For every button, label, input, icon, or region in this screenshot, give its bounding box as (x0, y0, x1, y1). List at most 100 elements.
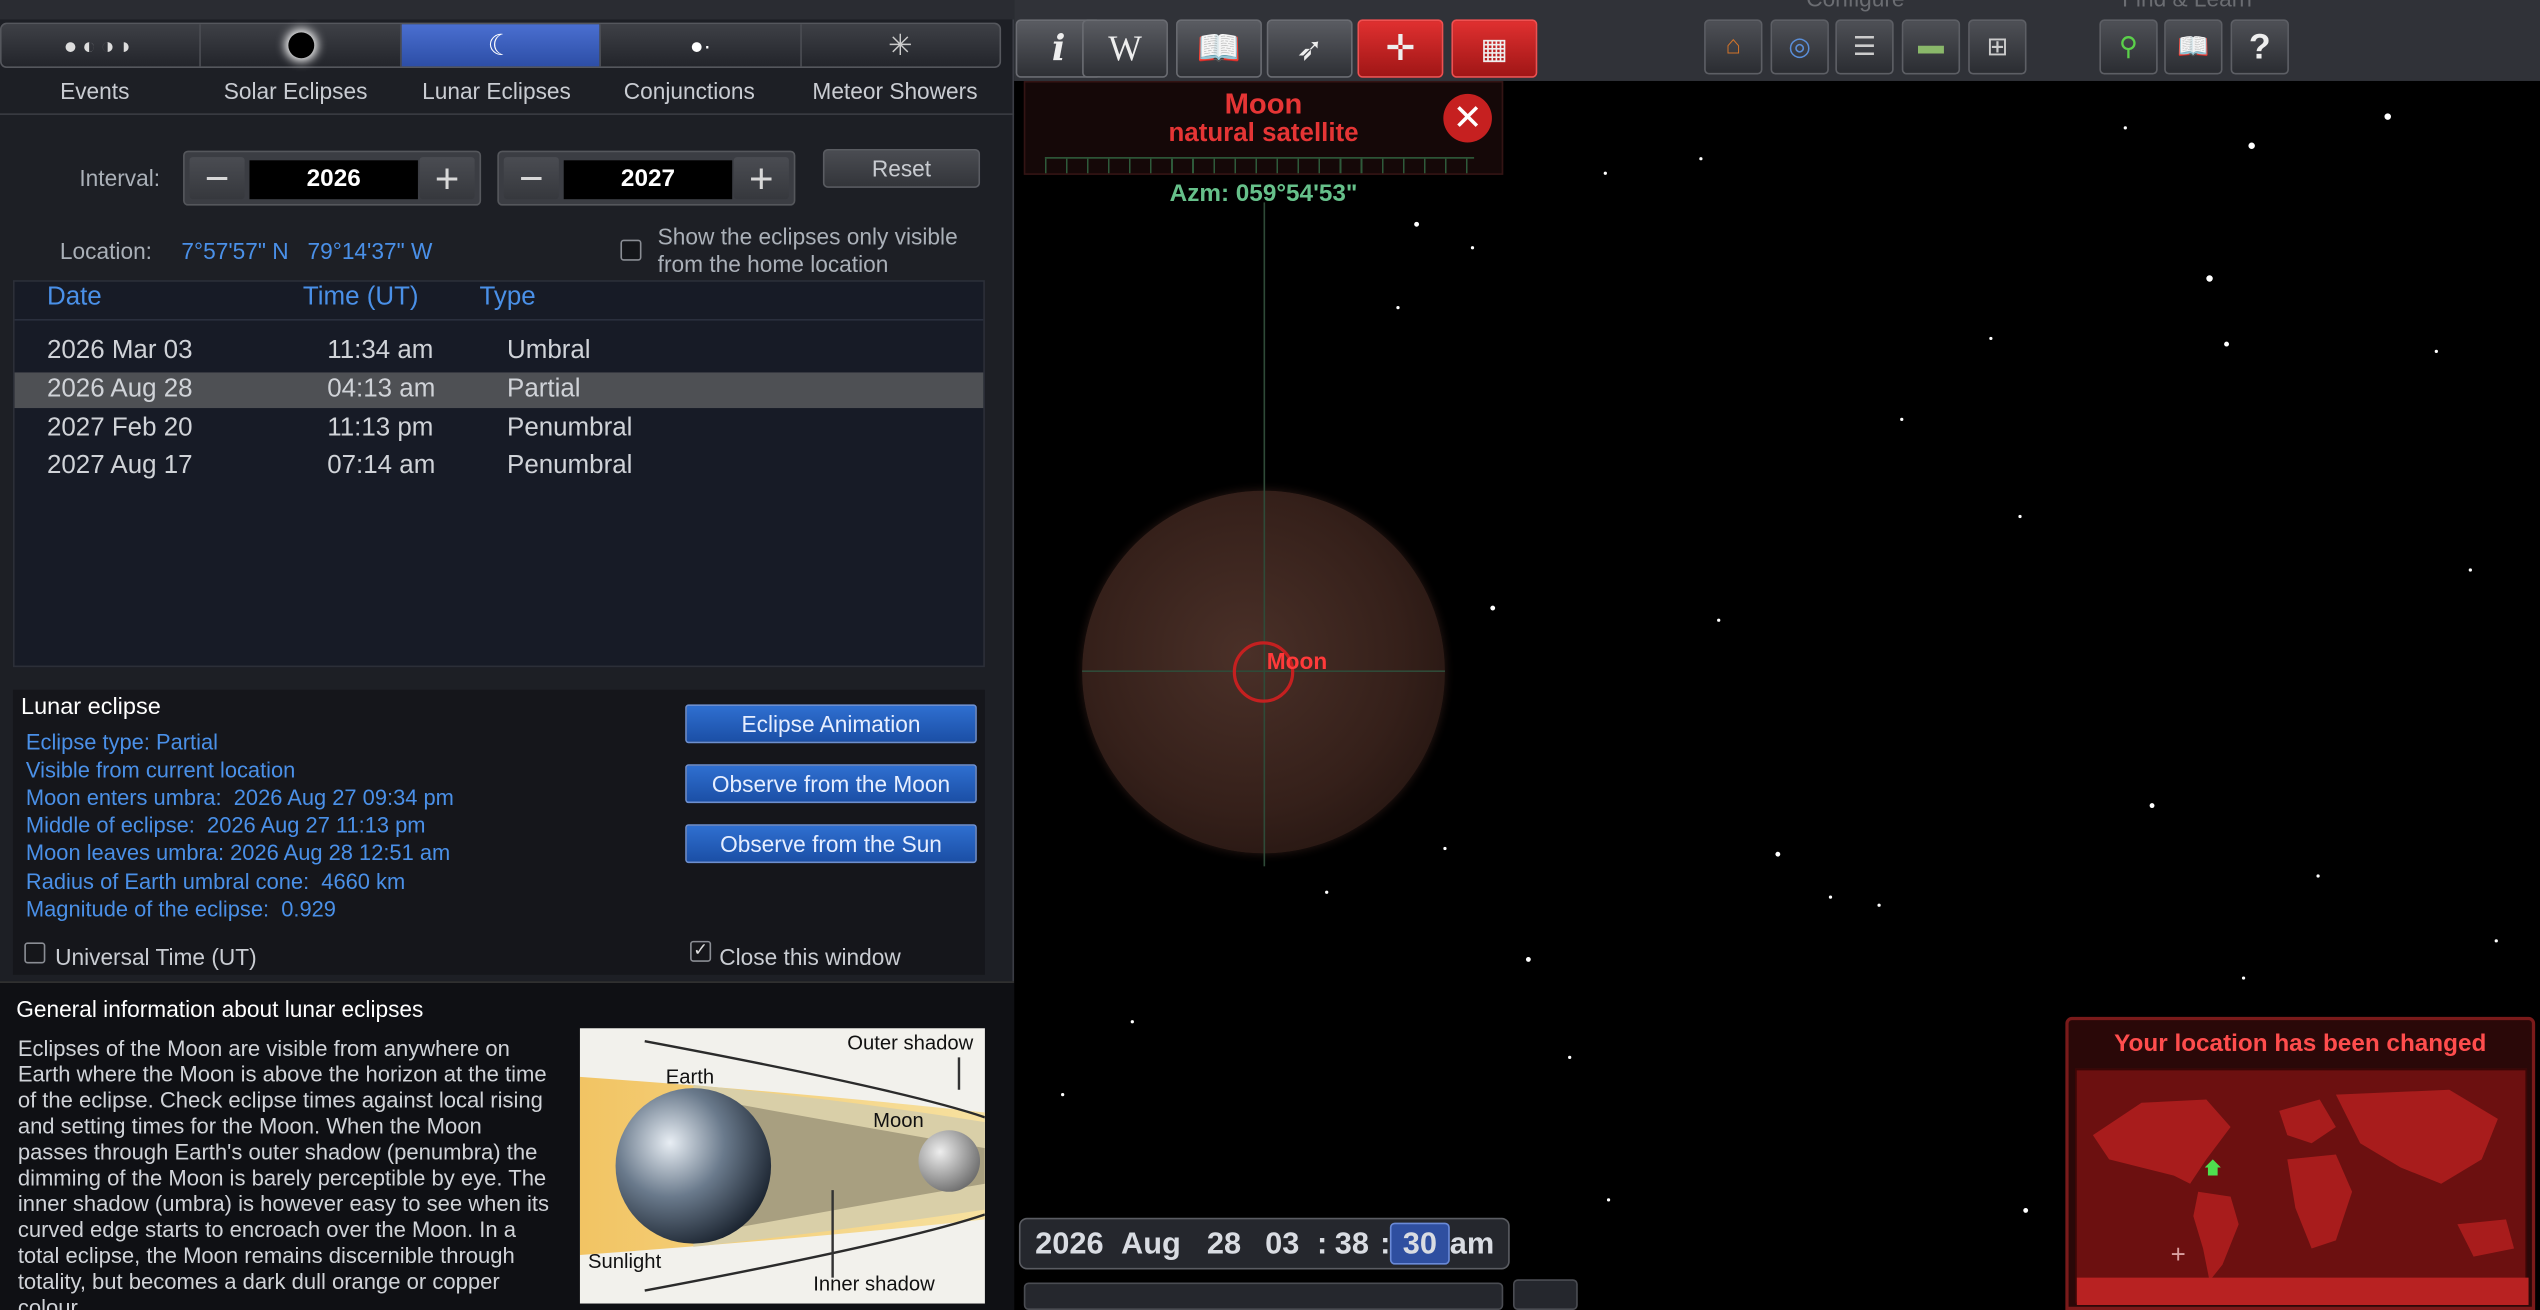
tab-meteor-showers[interactable]: ✳ (801, 24, 999, 66)
to-increment-button[interactable]: + (733, 157, 789, 200)
cell-time: 11:34 am (327, 336, 434, 365)
lunar-eclipse-icon: ☾ (487, 28, 514, 61)
location-changed-panel: Your location has been changed + (2065, 1016, 2536, 1310)
landscape-button[interactable]: ▬ (1901, 19, 1961, 75)
time-slider[interactable] (1023, 1282, 1504, 1310)
to-decrement-button[interactable]: − (503, 157, 559, 200)
tab-label-solar-eclipses[interactable]: Solar Eclipses (194, 78, 396, 104)
help-button[interactable]: ? (2230, 19, 2289, 75)
detail-eclipse-type: Eclipse type: Partial (25, 730, 218, 755)
target-button[interactable]: ✛ (1357, 19, 1444, 78)
wikipedia-button[interactable]: W (1082, 19, 1168, 78)
tab-label-events[interactable]: Events (0, 78, 196, 104)
eclipse-details: Lunar eclipse Eclipse type: Partial Visi… (12, 689, 985, 975)
time-flow-button[interactable] (1512, 1279, 1578, 1310)
column-header-time[interactable]: Time (UT) (303, 283, 419, 312)
landscape-icon: ▬ (1917, 32, 1944, 60)
date-day[interactable]: 28 (1207, 1227, 1241, 1263)
time-ampm[interactable]: am (1450, 1227, 1494, 1263)
cell-date: 2026 Mar 03 (46, 336, 193, 365)
eclipse-animation-button[interactable]: Eclipse Animation (685, 704, 977, 744)
time-separator: : (1380, 1227, 1391, 1262)
interval-from-stepper: − 2026 + (183, 150, 482, 206)
from-year-input[interactable]: 2026 (249, 160, 418, 200)
tab-label-conjunctions[interactable]: Conjunctions (588, 78, 790, 104)
book-button[interactable]: 📖 (1176, 19, 1262, 78)
add-window-button[interactable]: ⊞ (1968, 19, 2027, 75)
home-icon: ⌂ (1725, 32, 1742, 60)
learn-button[interactable]: 📖 (2164, 19, 2223, 75)
world-map-shapes (2076, 1089, 2529, 1306)
diagram-label-inner: Inner shadow (813, 1272, 935, 1296)
time-minute[interactable]: 38 (1335, 1227, 1369, 1263)
interval-label: Interval: (79, 165, 161, 192)
close-info-button[interactable]: ✕ (1443, 93, 1492, 143)
observe-from-sun-button[interactable]: Observe from the Sun (685, 824, 977, 864)
date-time-bar: 2026 Aug 28 03 : 38 : 30 am (1018, 1217, 1510, 1270)
universal-time-label[interactable]: Universal Time (UT) (55, 944, 257, 970)
help-icon: ? (2248, 25, 2271, 67)
from-decrement-button[interactable]: − (189, 157, 245, 200)
cell-type: Penumbral (507, 451, 633, 480)
detail-middle: Middle of eclipse: 2026 Aug 27 11:13 pm (25, 812, 426, 838)
cell-date: 2026 Aug 28 (46, 375, 193, 404)
table-header-divider (14, 319, 984, 321)
cell-time: 11:13 pm (327, 414, 434, 443)
azimuth-scale (1044, 157, 1475, 174)
close-window-label[interactable]: Close this window (719, 944, 901, 970)
home-only-checkbox[interactable] (620, 239, 642, 261)
grid-icon: ◎ (1788, 34, 1812, 62)
cell-time: 04:13 am (327, 375, 436, 404)
find-learn-label: Find & Learn (2122, 0, 2252, 11)
eclipse-table: Date Time (UT) Type 2026 Mar 03 11:34 am… (12, 280, 985, 668)
tab-label-lunar-eclipses[interactable]: Lunar Eclipses (395, 78, 597, 104)
wikipedia-icon: W (1108, 27, 1142, 69)
home-only-label-line1[interactable]: Show the eclipses only visible (658, 223, 958, 249)
detail-umbral-radius: Radius of Earth umbral cone: 4660 km (25, 869, 406, 894)
from-increment-button[interactable]: + (419, 157, 475, 200)
observe-from-moon-button[interactable]: Observe from the Moon (685, 764, 977, 804)
universal-time-checkbox[interactable] (24, 942, 46, 964)
calendar-button[interactable]: ▦ (1451, 19, 1538, 78)
column-header-type[interactable]: Type (479, 283, 535, 312)
location-label: Location: (59, 238, 152, 264)
sliders-button[interactable]: ☰ (1835, 19, 1894, 75)
reset-button[interactable]: Reset (822, 148, 981, 188)
time-hour[interactable]: 03 (1265, 1227, 1299, 1263)
table-row[interactable]: 2027 Aug 17 07:14 am Penumbral (15, 449, 984, 485)
moon-label: Moon (1266, 647, 1328, 674)
rocket-icon: ➶ (1296, 31, 1324, 68)
column-header-date[interactable]: Date (47, 283, 102, 312)
home-only-label-line2[interactable]: from the home location (658, 251, 889, 277)
date-month[interactable]: Aug (1121, 1227, 1181, 1263)
detail-leaves-umbra: Moon leaves umbra: 2026 Aug 28 12:51 am (25, 840, 451, 865)
date-year[interactable]: 2026 (1035, 1227, 1103, 1263)
azimuth-readout: Azm: 059°54'53" (1169, 179, 1358, 208)
tab-solar-eclipses[interactable] (202, 24, 402, 67)
diagram-label-earth: Earth (665, 1065, 715, 1089)
time-second[interactable]: 30 (1389, 1222, 1450, 1265)
table-row-selected[interactable]: 2026 Aug 28 04:13 am Partial (14, 372, 984, 409)
tab-label-meteor-showers[interactable]: Meteor Showers (794, 78, 996, 104)
tab-events[interactable]: ●◐◑◗ (2, 24, 202, 67)
home-button[interactable]: ⌂ (1704, 19, 1763, 75)
detail-enters-umbra: Moon enters umbra: 2026 Aug 27 09:34 pm (25, 785, 454, 810)
rocket-button[interactable]: ➶ (1266, 19, 1353, 78)
table-row[interactable]: 2026 Mar 03 11:34 am Umbral (15, 334, 984, 370)
search-button[interactable]: ⚲ (2099, 19, 2158, 75)
world-map[interactable]: + (2075, 1068, 2529, 1306)
map-crosshair-icon: + (2170, 1242, 2186, 1270)
cell-time: 07:14 am (327, 451, 436, 480)
general-info-section: General information about lunar eclipses… (0, 981, 1015, 1310)
location-value: 7°57'57" N 79°14'37" W (181, 238, 433, 264)
grid-button[interactable]: ◎ (1770, 19, 1829, 75)
table-row[interactable]: 2027 Feb 20 11:13 pm Penumbral (15, 411, 984, 447)
to-year-input[interactable]: 2027 (563, 160, 733, 200)
tab-conjunctions[interactable]: ●· (601, 24, 802, 67)
close-window-checkbox[interactable]: ✓ (690, 940, 712, 962)
conjunction-icon: ●· (689, 32, 712, 59)
details-title: Lunar eclipse (21, 694, 161, 721)
book-icon: 📖 (2177, 34, 2210, 62)
tab-lunar-eclipses[interactable]: ☾ (401, 24, 602, 67)
diagram-label-outer: Outer shadow (847, 1031, 974, 1055)
